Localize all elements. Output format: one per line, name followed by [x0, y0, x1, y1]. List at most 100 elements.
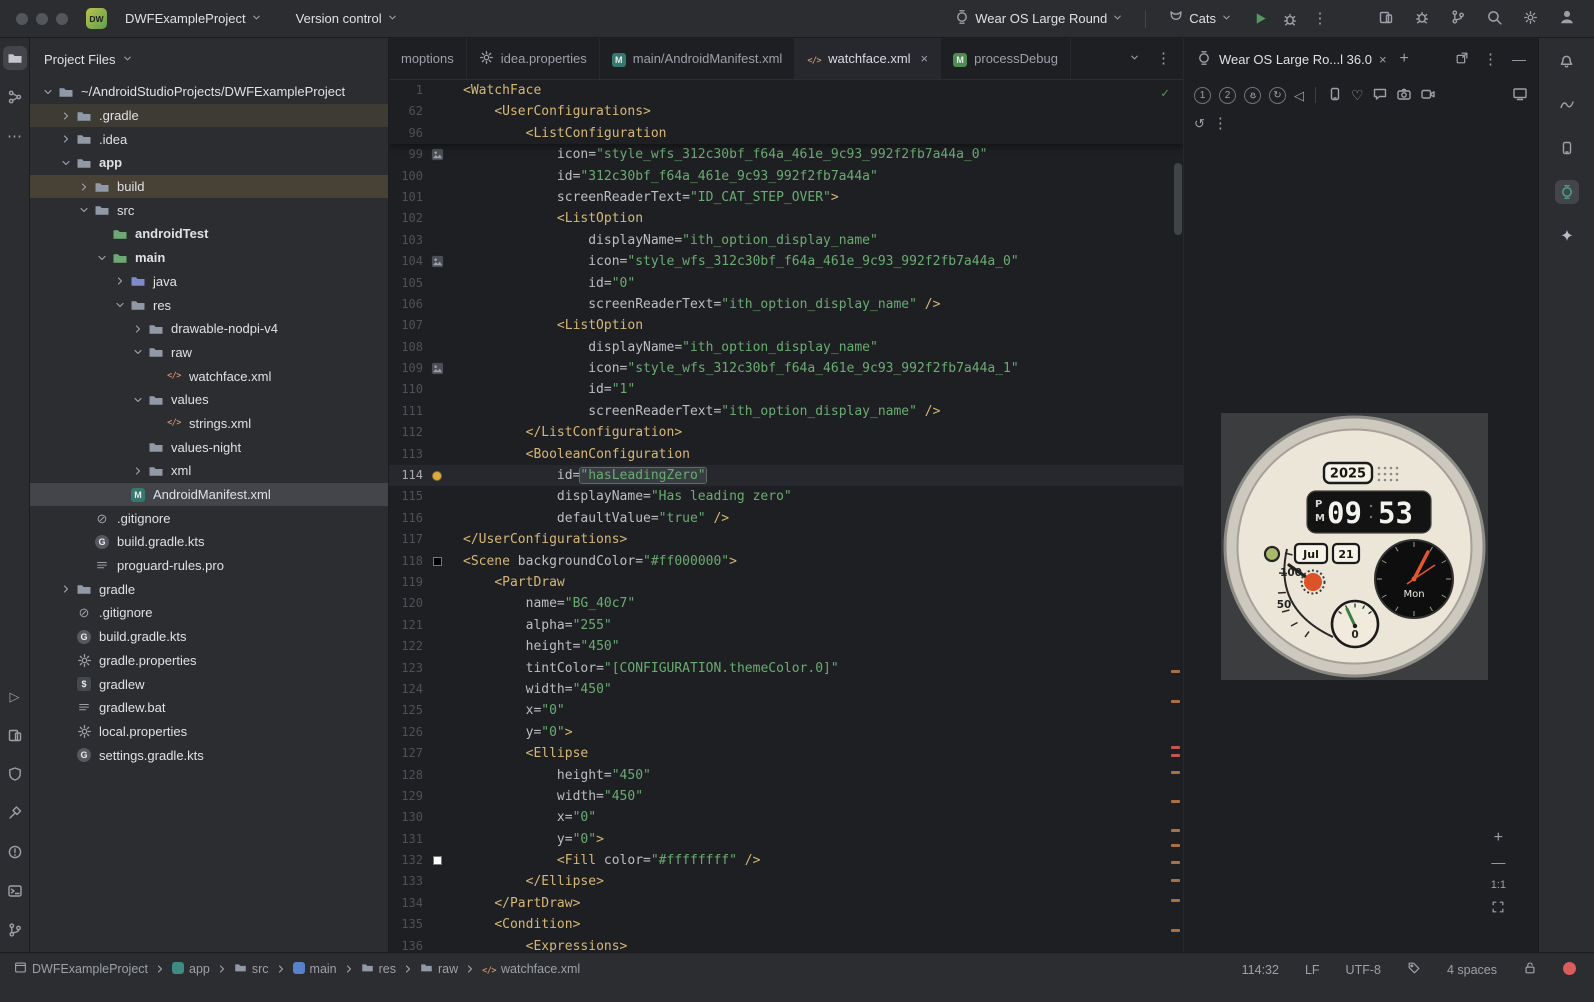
- tree-item[interactable]: values-night: [30, 435, 388, 459]
- tree-item[interactable]: androidTest: [30, 222, 388, 246]
- pull-request-icon[interactable]: [1450, 9, 1466, 28]
- tab-idea-properties[interactable]: idea.properties: [467, 38, 600, 79]
- chevron-down-icon[interactable]: [76, 204, 92, 216]
- tree-item[interactable]: .idea: [30, 127, 388, 151]
- indent-info[interactable]: 4 spaces: [1447, 963, 1497, 977]
- code-line[interactable]: 122 height="450": [389, 636, 1183, 657]
- tree-item[interactable]: local.properties: [30, 720, 388, 744]
- rotate-icon[interactable]: ↻: [1269, 86, 1286, 104]
- tree-item[interactable]: drawable-nodpi-v4: [30, 317, 388, 341]
- button-one-icon[interactable]: 1: [1194, 86, 1211, 104]
- problems-tool-icon[interactable]: [3, 840, 27, 864]
- chevron-right-icon[interactable]: [130, 465, 146, 477]
- device-more-icon[interactable]: ⋮: [1213, 116, 1228, 131]
- gemini-icon[interactable]: [1555, 224, 1579, 248]
- close-window-button[interactable]: [16, 12, 28, 25]
- code-line[interactable]: 99 icon="style_wfs_312c30bf_f64a_461e_9c…: [389, 144, 1183, 165]
- chevron-down-icon[interactable]: [40, 86, 56, 98]
- chevron-down-icon[interactable]: [58, 157, 74, 169]
- more-run-actions-icon[interactable]: ⋮: [1308, 7, 1332, 31]
- code-line[interactable]: 131 y="0">: [389, 829, 1183, 850]
- tree-item[interactable]: proguard-rules.pro: [30, 554, 388, 578]
- code-editor[interactable]: ✓ 1 <WatchFace 62 <UserConfigurations> 96 <…: [389, 80, 1183, 952]
- stripe-mark[interactable]: [1171, 670, 1180, 673]
- tree-item[interactable]: $ gradlew: [30, 672, 388, 696]
- profiler-tool-icon[interactable]: [1555, 92, 1579, 116]
- tree-item[interactable]: ⊘ .gitignore: [30, 506, 388, 530]
- add-device-tab-icon[interactable]: +: [1400, 51, 1409, 67]
- intention-bulb-icon[interactable]: [423, 470, 451, 481]
- editor-scrollbar[interactable]: [1174, 163, 1182, 235]
- breadcrumb-item[interactable]: main: [292, 961, 337, 977]
- project-panel-header[interactable]: Project Files: [30, 38, 388, 80]
- line-separator[interactable]: LF: [1305, 963, 1320, 977]
- device-mirroring-icon[interactable]: [1378, 9, 1394, 28]
- tree-item[interactable]: </> strings.xml: [30, 412, 388, 436]
- code-line[interactable]: 133 </Ellipse>: [389, 871, 1183, 892]
- phone-icon[interactable]: [1327, 86, 1343, 105]
- reset-icon[interactable]: ↺: [1194, 116, 1205, 131]
- tree-item[interactable]: ⊘ .gitignore: [30, 601, 388, 625]
- lock-icon[interactable]: [1523, 961, 1537, 978]
- chevron-right-icon[interactable]: [58, 583, 74, 595]
- code-line[interactable]: 136 <Expressions>: [389, 936, 1183, 952]
- tab-main-androidmanifest-xml[interactable]: Mmain/AndroidManifest.xml: [600, 38, 796, 79]
- code-line[interactable]: 119 <PartDraw: [389, 572, 1183, 593]
- run-button[interactable]: [1248, 7, 1272, 31]
- chevron-right-icon[interactable]: [130, 323, 146, 335]
- debug-button[interactable]: [1278, 7, 1302, 31]
- tree-item[interactable]: Gbuild.gradle.kts: [30, 625, 388, 649]
- code-line[interactable]: 126 y="0">: [389, 722, 1183, 743]
- code-line[interactable]: 123 tintColor="[CONFIGURATION.themeColor…: [389, 658, 1183, 679]
- tree-item[interactable]: app: [30, 151, 388, 175]
- popout-window-icon[interactable]: [1455, 51, 1469, 68]
- terminal-tool-icon[interactable]: [3, 879, 27, 903]
- display-icon[interactable]: [1512, 86, 1528, 105]
- code-line[interactable]: 117 </UserConfigurations>: [389, 529, 1183, 550]
- button-two-icon[interactable]: 2: [1219, 86, 1236, 104]
- code-line[interactable]: 113 <BooleanConfiguration: [389, 444, 1183, 465]
- tree-item[interactable]: Gsettings.gradle.kts: [30, 743, 388, 767]
- code-line[interactable]: 115 displayName="Has leading zero": [389, 486, 1183, 507]
- device-manager-icon[interactable]: [3, 723, 27, 747]
- inspection-status-icon[interactable]: ✓: [1161, 86, 1169, 101]
- tree-item[interactable]: gradle.properties: [30, 649, 388, 673]
- chevron-right-icon[interactable]: [112, 275, 128, 287]
- tree-item[interactable]: raw: [30, 341, 388, 365]
- version-control-tool-icon[interactable]: [3, 918, 27, 942]
- code-line[interactable]: 132 <Fill color="#ffffffff" />: [389, 850, 1183, 871]
- tab-moptions[interactable]: moptions: [389, 38, 467, 79]
- breadcrumb-item[interactable]: DWFExampleProject: [14, 961, 148, 977]
- breadcrumb-item[interactable]: raw: [420, 961, 458, 977]
- back-icon[interactable]: ◁: [1294, 88, 1304, 103]
- project-tool-icon[interactable]: [2, 46, 27, 70]
- zoom-level[interactable]: 1:1: [1491, 879, 1506, 891]
- tree-item[interactable]: res: [30, 293, 388, 317]
- search-icon[interactable]: [1486, 9, 1503, 29]
- zoom-fit-button[interactable]: [1491, 900, 1505, 917]
- code-line[interactable]: 1 <WatchFace: [389, 80, 1183, 101]
- device-explorer-icon[interactable]: [1555, 136, 1579, 160]
- device-screen[interactable]: 2025 P M 09 53 Jul 21 100 50 Mon 0: [1221, 413, 1488, 680]
- chevron-right-icon[interactable]: [58, 133, 74, 145]
- build-tool-icon[interactable]: [3, 801, 27, 825]
- tree-item[interactable]: main: [30, 246, 388, 270]
- more-tool-windows-icon[interactable]: ⋯: [3, 124, 27, 148]
- stripe-mark[interactable]: [1171, 746, 1180, 749]
- breadcrumb-item[interactable]: src: [234, 961, 269, 977]
- profiler-icon[interactable]: [1414, 9, 1430, 28]
- run-config-selector[interactable]: Cats: [1158, 5, 1242, 32]
- code-line[interactable]: 121 alpha="255": [389, 615, 1183, 636]
- code-line[interactable]: 101 screenReaderText="ID_CAT_STEP_OVER">: [389, 187, 1183, 208]
- tab-watchface-xml[interactable]: </> watchface.xml ×: [795, 38, 942, 79]
- stripe-mark[interactable]: [1171, 899, 1180, 902]
- code-line[interactable]: 96 <ListConfiguration: [389, 123, 1183, 144]
- file-encoding[interactable]: UTF-8: [1346, 963, 1381, 977]
- stripe-mark[interactable]: [1171, 800, 1180, 803]
- error-indicator[interactable]: [1563, 961, 1576, 978]
- caret-position[interactable]: 114:32: [1242, 963, 1279, 977]
- code-line[interactable]: 100 id="312c30bf_f64a_461e_9c93_992f2fb7…: [389, 166, 1183, 187]
- minimize-window-button[interactable]: [36, 12, 48, 25]
- code-line[interactable]: 105 id="0": [389, 273, 1183, 294]
- code-line[interactable]: 111 screenReaderText="ith_option_display…: [389, 401, 1183, 422]
